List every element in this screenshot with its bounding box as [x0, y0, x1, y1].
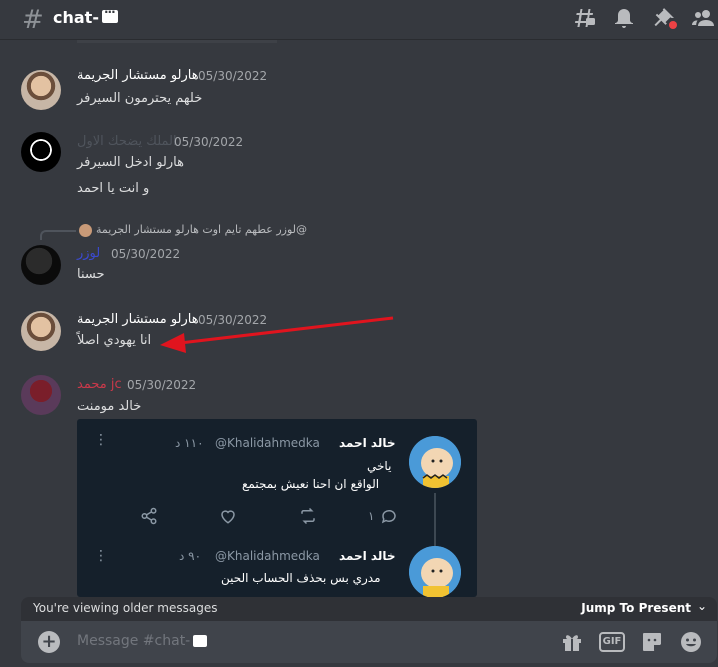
reply-preview[interactable]: لوزر عطهم تايم اوت هارلو مستشار الجريمة@: [96, 223, 307, 236]
avatar[interactable]: [21, 245, 61, 285]
bell-icon[interactable]: [612, 6, 636, 30]
author-name[interactable]: الملك يضحك الاول: [77, 134, 177, 149]
tweet-handle: @Khalidahmedka: [215, 549, 320, 563]
header-toolbar: [572, 6, 718, 30]
clipped-content: [77, 40, 277, 43]
thread-line: [434, 493, 436, 549]
like-icon: [219, 507, 237, 528]
tweet-text: مدري بس بحذف الحساب الحين: [221, 571, 381, 585]
tweet-text: ياخي: [367, 459, 392, 473]
message-text: خلهم يحترمون السيرفر: [77, 91, 203, 106]
tweet-time: ١١٠ د: [175, 436, 204, 450]
tweet-avatar: [409, 436, 461, 488]
speech-bubble-icon: [101, 5, 118, 23]
channel-header: # chat-: [0, 0, 718, 40]
avatar[interactable]: [21, 132, 61, 172]
jump-to-present-button[interactable]: Jump To Present: [581, 601, 691, 615]
channel-name: chat-: [53, 5, 118, 27]
reply-action: ١: [368, 507, 398, 525]
avatar[interactable]: [21, 311, 61, 351]
tweet-handle: @Khalidahmedka: [215, 436, 320, 450]
older-messages-bar: You're viewing older messages Jump To Pr…: [21, 597, 717, 621]
tweet-time: ٩٠ د: [179, 549, 202, 563]
members-icon[interactable]: [692, 6, 716, 30]
reply-avatar: [79, 224, 92, 237]
channel-name-text: chat-: [53, 8, 99, 27]
tweet-author: خالد احمد: [339, 549, 396, 563]
author-name[interactable]: محمد jc: [77, 377, 122, 392]
image-attachment[interactable]: ⋮ خالد احمد @Khalidahmedka ١١٠ د ياخي ال…: [77, 419, 477, 597]
message-text: و انت يا احمد: [77, 181, 150, 196]
older-messages-text: You're viewing older messages: [33, 601, 218, 615]
chevron-down-icon[interactable]: ⌄: [697, 599, 707, 613]
message-input-placeholder: Message #chat-: [77, 633, 191, 649]
more-icon: ⋮: [94, 548, 108, 564]
tweet-author: خالد احمد: [339, 436, 396, 450]
timestamp: 05/30/2022: [198, 69, 268, 83]
message-text: حسنا: [77, 267, 105, 282]
add-attachment-button[interactable]: +: [38, 631, 60, 653]
input-toolbar: GIF: [560, 630, 703, 654]
message-input-bar: + Message #chat- GIF: [21, 621, 717, 663]
gift-icon[interactable]: [560, 630, 584, 654]
message-text: انا يهودي اصلاً: [77, 333, 152, 348]
threads-icon[interactable]: [572, 6, 596, 30]
share-icon: [140, 507, 158, 528]
retweet-icon: [299, 507, 317, 528]
gif-button[interactable]: GIF: [599, 632, 625, 652]
message-input[interactable]: Message #chat-: [77, 633, 208, 649]
author-name[interactable]: هارلو مستشار الجريمة: [77, 68, 199, 83]
timestamp: 05/30/2022: [127, 378, 197, 392]
message-text: خالد مومنت: [77, 399, 142, 414]
timestamp: 05/30/2022: [198, 313, 268, 327]
tweet-text: الواقع ان احنا نعيش بمجتمع: [242, 477, 380, 491]
reply-count: ١: [368, 509, 375, 523]
reply-connector: [40, 230, 76, 240]
unread-dot: [669, 21, 677, 29]
speech-bubble-icon: [193, 635, 208, 647]
timestamp: 05/30/2022: [111, 247, 181, 261]
author-name[interactable]: لوزر: [77, 246, 100, 261]
reply-icon: [382, 509, 397, 524]
tweet-avatar: [409, 546, 461, 597]
sticker-icon[interactable]: [640, 630, 664, 654]
message-text: هارلو ادخل السيرفر: [77, 155, 184, 170]
more-icon: ⋮: [94, 432, 108, 448]
avatar[interactable]: [21, 70, 61, 110]
channel-hash-icon: #: [22, 5, 44, 35]
avatar[interactable]: [21, 375, 61, 415]
emoji-icon[interactable]: [679, 630, 703, 654]
timestamp: 05/30/2022: [174, 135, 244, 149]
author-name[interactable]: هارلو مستشار الجريمة: [77, 312, 199, 327]
pin-icon[interactable]: [652, 6, 677, 30]
